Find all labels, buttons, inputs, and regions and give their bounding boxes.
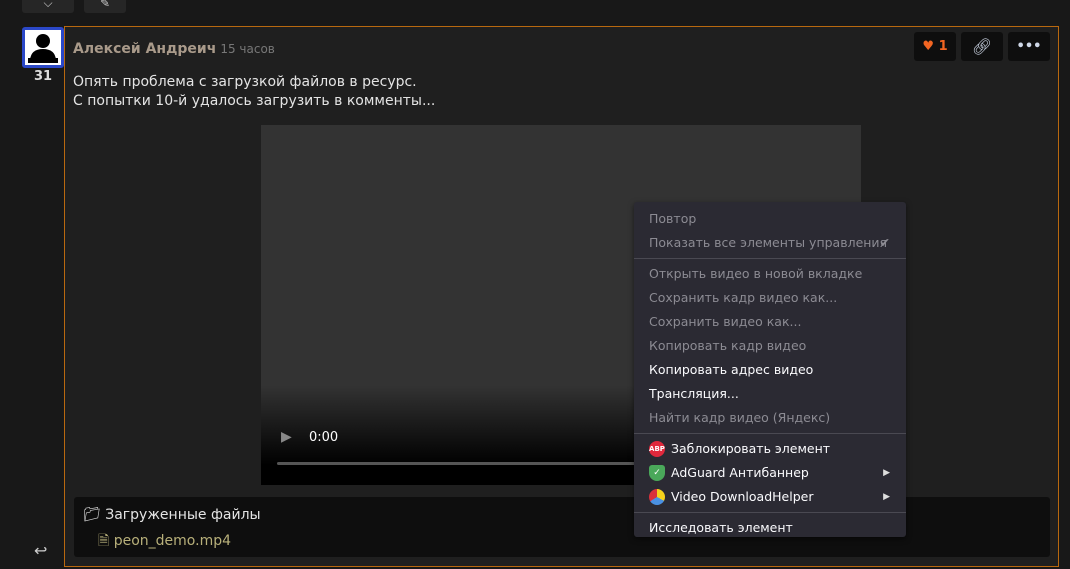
video-time: 0:00 (309, 430, 339, 445)
menu-find-frame[interactable]: Найти кадр видео (Яндекс) (634, 406, 906, 430)
divider (634, 512, 906, 513)
menu-copy-address[interactable]: Копировать адрес видео (634, 358, 906, 382)
attachments-header: Загруженные файлы (105, 507, 261, 523)
post-time: 15 часов (220, 42, 275, 56)
like-button[interactable]: ♥ 1 (914, 32, 956, 61)
link-icon: 🔗︎ (971, 37, 993, 56)
no-avatar-icon (25, 30, 61, 65)
post-score: 31 (33, 69, 53, 84)
topic-button[interactable]: ⌵ (22, 0, 74, 13)
text-line: С попытки 10-й удалось загрузить в комме… (73, 93, 436, 109)
link-button[interactable]: 🔗︎ (961, 32, 1003, 61)
menu-save-video[interactable]: Сохранить видео как... (634, 310, 906, 334)
post: Алексей Андреич 15 часов ♥ 1 🔗︎ ••• Опять… (64, 26, 1059, 567)
menu-show-controls[interactable]: Показать все элементы управления ✔ (634, 231, 906, 255)
file-icon: 🗎 (98, 533, 110, 549)
menu-open-new-tab[interactable]: Открыть видео в новой вкладке (634, 262, 906, 286)
play-icon[interactable]: ▶ (281, 429, 292, 445)
edit-button[interactable]: ✎ (84, 0, 126, 13)
menu-loop[interactable]: Повтор (634, 207, 906, 231)
divider (634, 433, 906, 434)
menu-block-element[interactable]: ABP Заблокировать элемент (634, 437, 906, 461)
heart-icon: ♥ (922, 39, 935, 54)
reply-icon[interactable]: ↩ (34, 541, 47, 560)
context-menu: Повтор Показать все элементы управления ✔… (634, 202, 906, 537)
menu-copy-frame[interactable]: Копировать кадр видео (634, 334, 906, 358)
file-name: peon_demo.mp4 (113, 533, 231, 549)
author-name[interactable]: Алексей Андреич (73, 41, 216, 57)
file-link[interactable]: 🗎 peon_demo.mp4 (98, 530, 231, 554)
folder-icon: 📁︎ (83, 507, 101, 523)
menu-inspect[interactable]: Исследовать элемент (634, 516, 906, 540)
adguard-icon: ✓ (649, 465, 665, 481)
abp-icon: ABP (649, 441, 665, 457)
check-icon: ✔ (879, 235, 890, 250)
menu-cast[interactable]: Трансляция... (634, 382, 906, 406)
like-count: 1 (938, 39, 948, 54)
submenu-arrow-icon: ▶ (883, 468, 890, 478)
submenu-arrow-icon: ▶ (883, 492, 890, 502)
menu-adguard[interactable]: ✓ AdGuard Антибаннер ▶ (634, 461, 906, 485)
downloadhelper-icon (649, 489, 665, 505)
text-line: Опять проблема с загрузкой файлов в ресу… (73, 74, 417, 90)
more-button[interactable]: ••• (1008, 32, 1050, 61)
avatar[interactable] (22, 27, 64, 68)
post-text: Опять проблема с загрузкой файлов в ресу… (73, 73, 435, 111)
divider (634, 258, 906, 259)
menu-video-downloadhelper[interactable]: Video DownloadHelper ▶ (634, 485, 906, 509)
more-icon: ••• (1016, 39, 1042, 54)
menu-save-frame[interactable]: Сохранить кадр видео как... (634, 286, 906, 310)
